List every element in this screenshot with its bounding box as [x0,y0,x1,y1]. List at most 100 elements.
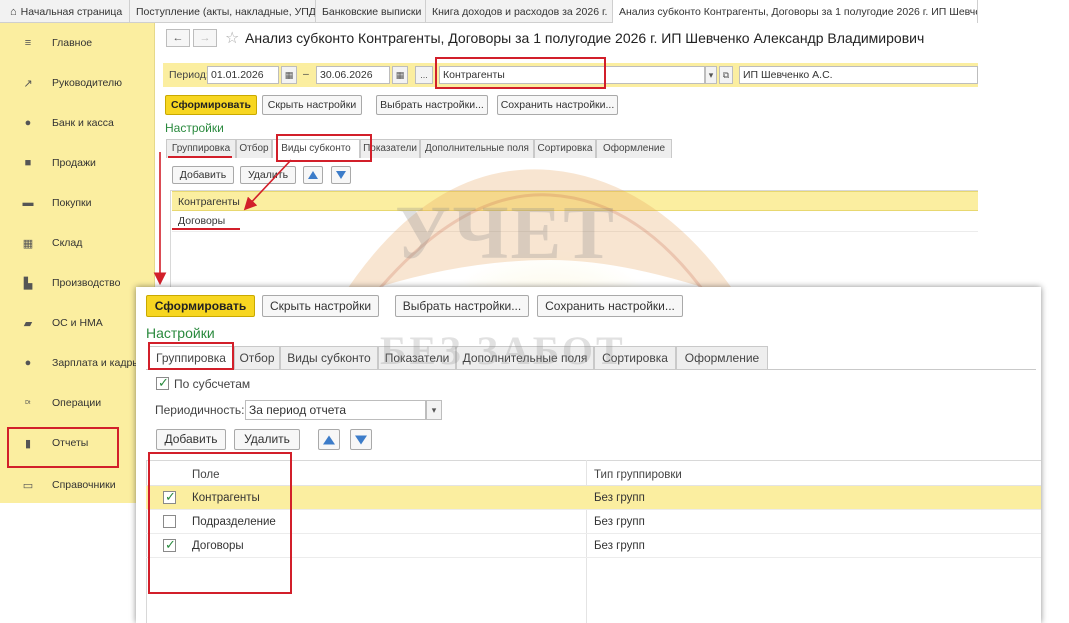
move-up-button[interactable] [318,429,340,450]
tab-bank-statements[interactable]: Банковские выписки × [316,0,426,23]
grouping-type-cell: Без групп [594,492,645,504]
sidebar-item-label: Банк и касса [52,117,114,129]
favorite-star-icon[interactable]: ☆ [225,28,239,48]
move-down-button[interactable] [350,429,372,450]
tab-additional-fields[interactable]: Дополнительные поля [420,139,534,158]
tab-filter[interactable]: Отбор [234,346,280,369]
column-header-grouping-type[interactable]: Тип группировки [594,463,682,487]
calendar-icon[interactable]: ▦ [392,66,408,84]
sidebar-item-label: Зарплата и кадры [52,357,140,369]
tab-receipts[interactable]: Поступление (акты, накладные, УПД) × [130,0,316,23]
select-settings-button[interactable]: Выбрать настройки... [376,95,488,115]
tab-subconto-types[interactable]: Виды субконто [280,346,378,369]
tab-filter[interactable]: Отбор [236,139,272,158]
settings-heading: Настройки [165,121,224,135]
tab-label: Начальная страница [20,5,123,18]
sidebar-item-production[interactable]: ▙ Производство [0,263,155,303]
tab-indicators[interactable]: Показатели [378,346,456,369]
period-from-field[interactable]: 01.01.2026 [207,66,279,84]
tab-sorting[interactable]: Сортировка [594,346,676,369]
hide-settings-button[interactable]: Скрыть настройки [262,295,379,317]
sidebar-item-purchases[interactable]: ▬ Покупки [0,183,155,223]
coin-icon: ● [24,117,32,129]
tab-label: Анализ субконто Контрагенты, Договоры за… [619,5,978,18]
list-divider [172,231,978,232]
tab-sorting[interactable]: Сортировка [534,139,596,158]
back-button[interactable]: ← [166,29,190,47]
grouping-underline [168,156,232,158]
period-label: Период: [169,69,209,81]
move-down-button[interactable] [331,166,351,184]
sidebar-item-operations[interactable]: ᴰᵗ Операции [0,383,155,423]
sidebar-item-manager[interactable]: ↗ Руководителю [0,63,155,103]
sidebar-item-sales[interactable]: ■ Продажи [0,143,155,183]
by-subaccounts-checkbox[interactable]: ✓ [156,375,169,390]
subconto-highlight-box [435,57,606,89]
settings-tabs: Группировка Отбор Виды субконто Показате… [148,346,768,369]
settings-heading: Настройки [146,325,215,341]
periodicity-label: Периодичность: [155,403,245,417]
remove-button[interactable]: Удалить [240,166,296,184]
periodicity-select[interactable]: За период отчета [245,400,426,420]
select-settings-button[interactable]: Выбрать настройки... [395,295,529,317]
tab-label: Поступление (акты, накладные, УПД) [136,5,316,18]
save-settings-button[interactable]: Сохранить настройки... [497,95,618,115]
reports-highlight-box [7,427,119,468]
tab-appearance[interactable]: Оформление [676,346,768,369]
period-select-button[interactable]: ... [415,66,433,84]
sidebar-item-catalogs[interactable]: ▭ Справочники [0,465,155,505]
sidebar-item-bank[interactable]: ● Банк и касса [0,103,155,143]
chevron-down-icon[interactable]: ▾ [426,400,442,420]
save-settings-button[interactable]: Сохранить настройки... [537,295,683,317]
sidebar-item-label: Главное [52,37,93,49]
sidebar-item-warehouse[interactable]: ▦ Склад [0,223,155,263]
period-to-field[interactable]: 30.06.2026 [316,66,390,84]
book-icon: ▭ [22,479,34,492]
settings-tabs: Группировка Отбор Виды субконто Показате… [166,139,672,158]
subconto-tab-highlight-box [276,134,372,162]
tab-label: Банковские выписки [322,5,422,18]
remove-button[interactable]: Удалить [234,429,300,450]
tabs-baseline [146,369,1036,370]
sidebar-item-main[interactable]: ≡ Главное [0,23,155,63]
sidebar-item-label: Производство [52,277,121,289]
arrow-up-icon [323,435,335,444]
sidebar-item-fixed-assets[interactable]: ▰ ОС и НМА [0,303,155,343]
chevron-down-icon[interactable]: ▾ [705,66,717,84]
generate-button[interactable]: Сформировать [165,95,257,115]
sidebar-item-label: Руководителю [52,77,123,89]
calendar-icon[interactable]: ▦ [281,66,297,84]
trend-icon: ↗ [23,77,33,90]
zoomed-settings-panel: Сформировать Скрыть настройки Выбрать на… [136,287,1041,623]
sidebar-item-salary[interactable]: ● Зарплата и кадры [0,343,155,383]
period-dash: – [303,68,309,80]
truck-icon: ▰ [23,317,33,330]
organization-field[interactable]: ИП Шевченко А.С. [739,66,978,84]
move-up-button[interactable] [303,166,323,184]
list-item[interactable]: Договоры [172,211,978,231]
sidebar-item-label: Операции [52,397,102,409]
forward-button[interactable]: → [193,29,217,47]
tab-income-book[interactable]: Книга доходов и расходов за 2026 г. × [426,0,613,23]
cart-icon: ▬ [22,197,34,209]
generate-button[interactable]: Сформировать [146,295,255,317]
grid-highlight-box [148,452,292,594]
tab-appearance[interactable]: Оформление [596,139,672,158]
sidebar-item-label: Продажи [52,157,96,169]
tab-subconto-analysis[interactable]: Анализ субконто Контрагенты, Договоры за… [613,0,978,23]
checkmark-icon: ✓ [158,375,169,390]
sidebar: ≡ Главное ↗ Руководителю ● Банк и касса … [0,23,155,503]
add-button[interactable]: Добавить [156,429,226,450]
list-left-border [170,190,171,290]
contracts-underline [172,228,240,230]
operations-icon: ᴰᵗ [25,398,31,408]
tab-additional-fields[interactable]: Дополнительные поля [456,346,594,369]
warehouse-icon: ▦ [22,237,34,250]
factory-icon: ▙ [23,277,33,290]
sidebar-item-label: Справочники [52,479,116,491]
hide-settings-button[interactable]: Скрыть настройки [262,95,362,115]
add-button[interactable]: Добавить [172,166,234,184]
open-icon[interactable]: ⧉ [719,66,733,84]
tab-home[interactable]: ⌂ Начальная страница [0,0,130,23]
list-item[interactable]: Контрагенты [172,191,978,211]
